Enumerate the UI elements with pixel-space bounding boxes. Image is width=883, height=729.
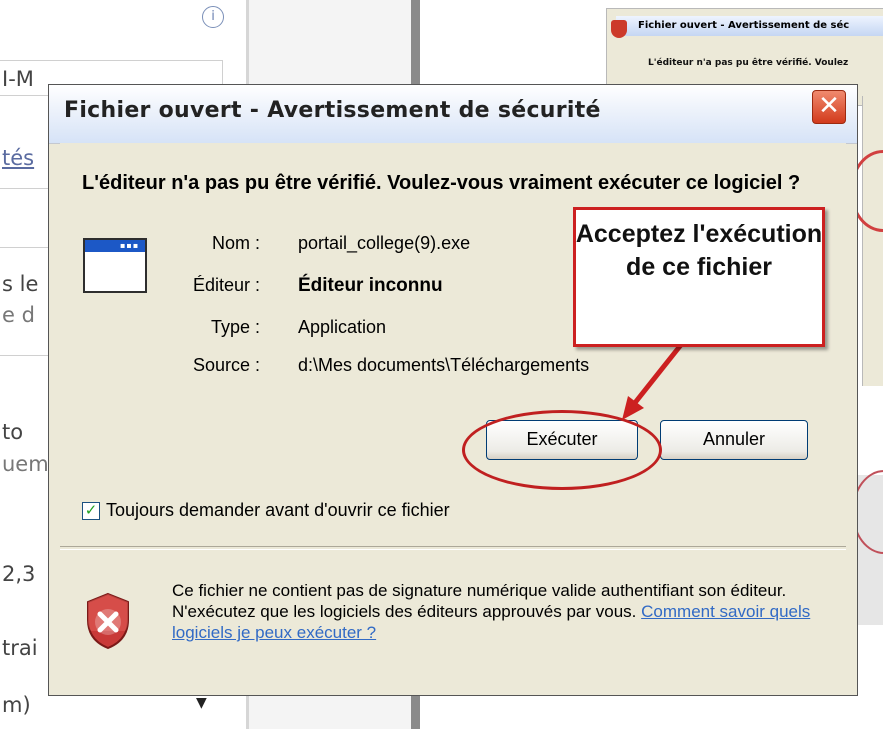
chevron-down-icon[interactable]: ▼ [196, 695, 207, 711]
field-label-type: Type : [210, 317, 260, 337]
field-value-source: d:\Mes documents\Téléchargements [298, 355, 590, 375]
checkmark-icon: ✓ [84, 501, 98, 519]
thumbnail-text: L'éditeur n'a pas pu être vérifié. Voule… [648, 58, 849, 68]
close-icon: ✕ [818, 91, 840, 121]
field-value-publisher: Éditeur inconnu [298, 275, 443, 296]
background-text-fragment: e d [2, 303, 35, 327]
thumbnail-title: Fichier ouvert - Avertissement de séc [616, 16, 883, 36]
dialog-title: Fichier ouvert - Avertissement de sécuri… [64, 98, 601, 123]
thumbnail-shield-icon [611, 20, 627, 38]
background-text-fragment: tés [2, 146, 35, 170]
thumbnail-side-panel [862, 96, 883, 386]
program-window-icon-buttons: ▪▪▪ [120, 241, 140, 250]
field-label-source: Source : [192, 355, 260, 375]
dialog-heading: L'éditeur n'a pas pu être vérifié. Voule… [82, 172, 801, 194]
background-text-fragment: uem [2, 452, 49, 476]
background-text-fragment: m) [2, 693, 31, 717]
field-label-publisher: Éditeur : [192, 275, 260, 295]
annotation-callout-text: Acceptez l'exécution de ce fichier [575, 220, 823, 281]
field-value-name: portail_college(9).exe [298, 233, 471, 253]
always-ask-checkbox[interactable]: ✓ [82, 502, 100, 520]
dialog-separator [60, 546, 846, 550]
always-ask-label[interactable]: Toujours demander avant d'ouvrir ce fich… [106, 500, 450, 521]
background-text-fragment: trai [2, 636, 38, 660]
info-icon[interactable]: i [202, 6, 224, 28]
close-button[interactable]: ✕ [812, 90, 846, 124]
background-text-fragment: 2,3 [2, 562, 36, 586]
background-text-fragment: I-M [2, 67, 34, 91]
field-value-type: Application [298, 317, 387, 337]
warning-message: Ce fichier ne contient pas de signature … [172, 580, 842, 643]
background-text-fragment: to [2, 420, 24, 444]
shield-error-icon [87, 592, 129, 650]
background-text-fragment: s le [2, 272, 39, 296]
field-label-name: Nom : [211, 233, 260, 253]
